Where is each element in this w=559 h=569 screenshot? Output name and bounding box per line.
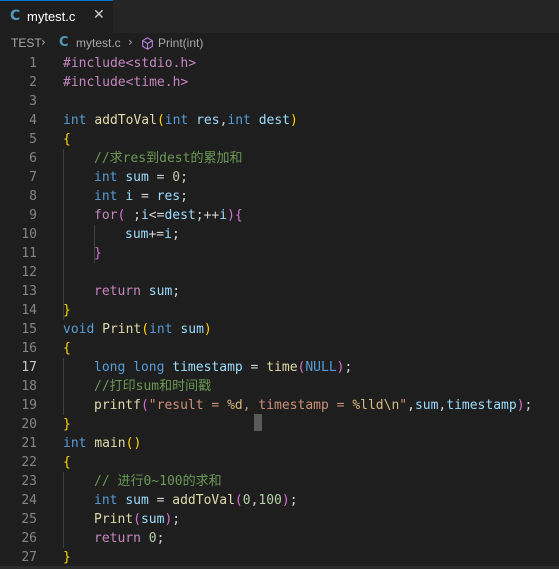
line-number: 13: [21, 284, 37, 299]
code-line-active: 17 long long timestamp = time(NULL);: [0, 358, 559, 377]
code-text: }: [63, 303, 71, 318]
line-number: 18: [21, 379, 37, 394]
code-line: 3: [0, 92, 559, 111]
code-text: int i = res;: [94, 189, 188, 204]
line-number: 10: [21, 227, 37, 242]
code-text: {: [63, 132, 71, 147]
line-number: 19: [21, 398, 37, 413]
line-number: 25: [21, 512, 37, 527]
code-line: 7 int sum = 0;: [0, 168, 559, 187]
code-text: return sum;: [94, 284, 181, 299]
line-number: 4: [29, 113, 37, 128]
breadcrumb-root[interactable]: TEST: [11, 36, 42, 50]
line-number: 16: [21, 341, 37, 356]
code-line: 11 }: [0, 244, 559, 263]
code-line: 9 for( ;i<=dest;++i){: [0, 206, 559, 225]
line-number: 12: [21, 265, 37, 280]
code-text: return 0;: [94, 531, 165, 546]
line-number: 11: [21, 246, 37, 261]
line-number: 20: [21, 417, 37, 432]
code-text: printf("result = %d, timestamp = %lld\n"…: [94, 398, 533, 413]
c-file-icon: C: [10, 8, 21, 24]
code-line: 25 Print(sum);: [0, 510, 559, 529]
line-number: 14: [21, 303, 37, 318]
code-line: 27 }: [0, 548, 559, 567]
code-line: 6 //求res到dest的累加和: [0, 149, 559, 168]
code-text: int addToVal(int res,int dest): [63, 113, 298, 128]
code-editor[interactable]: 1 #include<stdio.h> 2 #include<time.h> 3…: [0, 54, 559, 569]
chevron-right-icon: ›: [41, 35, 46, 49]
code-line: 10 sum+=i;: [0, 225, 559, 244]
code-text: }: [63, 417, 71, 432]
code-line: 20 }: [0, 415, 559, 434]
code-text: #include<stdio.h>: [63, 56, 197, 71]
line-number: 6: [29, 151, 37, 166]
line-number: 21: [21, 436, 37, 451]
line-number: 7: [29, 170, 37, 185]
code-line: 4 int addToVal(int res,int dest): [0, 111, 559, 130]
tab-label: mytest.c: [27, 9, 76, 24]
line-number: 8: [29, 189, 37, 204]
code-line: 12: [0, 263, 559, 282]
code-line: 26 return 0;: [0, 529, 559, 548]
code-text: #include<time.h>: [63, 75, 189, 90]
code-text: int sum = 0;: [94, 170, 188, 185]
line-number: 24: [21, 493, 37, 508]
code-text: void Print(int sum): [63, 322, 212, 337]
code-comment: //求res到dest的累加和: [94, 151, 243, 166]
line-number: 27: [21, 550, 37, 565]
code-line: 15 void Print(int sum): [0, 320, 559, 339]
code-comment: // 进行0~100的求和: [94, 474, 222, 489]
code-line: 18 //打印sum和时间戳: [0, 377, 559, 396]
method-cube-icon: [142, 37, 153, 50]
code-line: 14 }: [0, 301, 559, 320]
line-number: 2: [29, 75, 37, 90]
breadcrumb: TEST › C mytest.c › Print(int): [0, 33, 559, 54]
close-icon[interactable]: ✕: [93, 7, 105, 23]
code-line: 24 int sum = addToVal(0,100);: [0, 491, 559, 510]
code-line: 16 {: [0, 339, 559, 358]
code-text: long long timestamp = time(NULL);: [94, 360, 353, 375]
line-number: 17: [21, 360, 37, 375]
code-text: sum+=i;: [125, 227, 180, 242]
code-text: }: [94, 246, 102, 261]
code-comment: //打印sum和时间戳: [94, 379, 212, 394]
tab-bar: C mytest.c ✕: [0, 0, 559, 33]
breadcrumb-symbol[interactable]: Print(int): [158, 36, 203, 50]
code-text: {: [63, 341, 71, 356]
c-file-icon: C: [59, 35, 69, 50]
code-text: Print(sum);: [94, 512, 181, 527]
tab-mytest-c[interactable]: C mytest.c ✕: [0, 0, 113, 33]
code-line: 23 // 进行0~100的求和: [0, 472, 559, 491]
line-number: 5: [29, 132, 37, 147]
code-line: 22 {: [0, 453, 559, 472]
line-number: 9: [29, 208, 37, 223]
line-number: 15: [21, 322, 37, 337]
code-line: 8 int i = res;: [0, 187, 559, 206]
line-number: 26: [21, 531, 37, 546]
breadcrumb-file[interactable]: mytest.c: [76, 36, 121, 50]
line-number: 3: [29, 94, 37, 109]
code-text: for( ;i<=dest;++i){: [94, 208, 243, 223]
line-number: 22: [21, 455, 37, 470]
code-line: 2 #include<time.h>: [0, 73, 559, 92]
code-text: int sum = addToVal(0,100);: [94, 493, 298, 508]
line-number: 1: [29, 56, 37, 71]
chevron-right-icon: ›: [128, 35, 133, 49]
code-line: 13 return sum;: [0, 282, 559, 301]
code-text: {: [63, 455, 71, 470]
code-line: 5 {: [0, 130, 559, 149]
code-text: int main(): [63, 436, 142, 451]
code-line: 21 int main(): [0, 434, 559, 453]
code-text: }: [63, 550, 71, 565]
line-number: 23: [21, 474, 37, 489]
code-line: 19 printf("result = %d, timestamp = %lld…: [0, 396, 559, 415]
code-line: 1 #include<stdio.h>: [0, 54, 559, 73]
